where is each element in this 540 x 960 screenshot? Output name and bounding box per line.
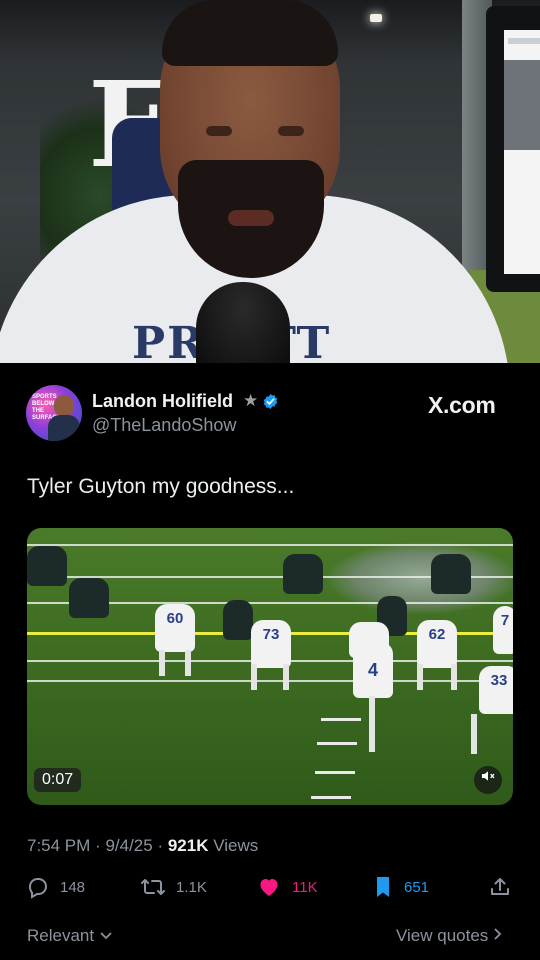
player-jersey: 62 <box>417 620 457 668</box>
repost-icon <box>141 879 165 895</box>
reply-count: 148 <box>60 878 86 896</box>
like-count: 11K <box>292 878 318 896</box>
hair <box>162 0 338 66</box>
tweet-date: 9/4/25 <box>105 836 153 855</box>
share-icon <box>491 878 509 895</box>
repost-count: 1.1K <box>176 878 207 896</box>
avatar[interactable]: SPORTS BELOW THE SURFACE <box>26 385 82 441</box>
webcam-video: EL PR OTT <box>0 0 540 363</box>
tweet-meta: 7:54 PM · 9/4/25 · 921K Views <box>27 836 259 855</box>
monitor-screen <box>504 30 540 274</box>
heart-icon <box>260 879 278 896</box>
defender <box>27 546 67 586</box>
tweet-video[interactable]: 60 73 4 62 33 7 <box>27 528 513 805</box>
defender <box>223 600 253 640</box>
reply-icon <box>28 878 48 899</box>
monitor <box>486 6 540 292</box>
tweet-text: Tyler Guyton my goodness... <box>27 475 295 498</box>
author-name[interactable]: Landon Holifield <box>92 391 233 412</box>
player-jersey: 33 <box>479 666 513 714</box>
defender <box>283 554 323 594</box>
ceiling-light <box>370 14 382 22</box>
player-jersey: 7 <box>493 606 513 654</box>
right-eye <box>278 126 304 136</box>
verified-badge-icon <box>263 394 278 409</box>
bookmark-button[interactable]: 651 <box>372 872 429 902</box>
bookmark-icon <box>377 877 389 897</box>
share-button[interactable] <box>488 872 522 902</box>
author-handle[interactable]: @TheLandoShow <box>92 415 236 436</box>
tweet-time: 7:54 PM <box>27 836 91 855</box>
repost-button[interactable]: 1.1K <box>140 872 207 902</box>
player-jersey: 73 <box>251 620 291 668</box>
left-eye <box>206 126 232 136</box>
sort-label: Relevant <box>27 926 95 945</box>
like-button[interactable]: 11K <box>256 872 318 902</box>
source-label: X.com <box>428 392 496 418</box>
player-jersey: 60 <box>155 604 195 652</box>
view-quotes-link[interactable]: View quotes <box>396 926 503 946</box>
defender <box>69 578 109 618</box>
action-bar: 148 1.1K 11K 651 <box>0 872 540 902</box>
star-icon: ★ <box>243 391 259 410</box>
microphone <box>196 282 290 363</box>
views-label: Views <box>213 836 259 855</box>
views-count: 921K <box>167 836 209 855</box>
sort-dropdown[interactable]: Relevant <box>27 926 113 946</box>
bookmark-count: 651 <box>404 878 430 896</box>
defender <box>431 554 471 594</box>
chevron-right-icon <box>494 928 502 940</box>
mute-icon[interactable] <box>474 766 502 794</box>
chevron-down-icon <box>100 932 112 940</box>
reply-button[interactable]: 148 <box>26 872 85 902</box>
player-jersey: 4 <box>353 642 393 698</box>
video-duration: 0:07 <box>34 768 82 792</box>
view-quotes-label: View quotes <box>396 926 489 945</box>
mouth <box>228 210 274 226</box>
